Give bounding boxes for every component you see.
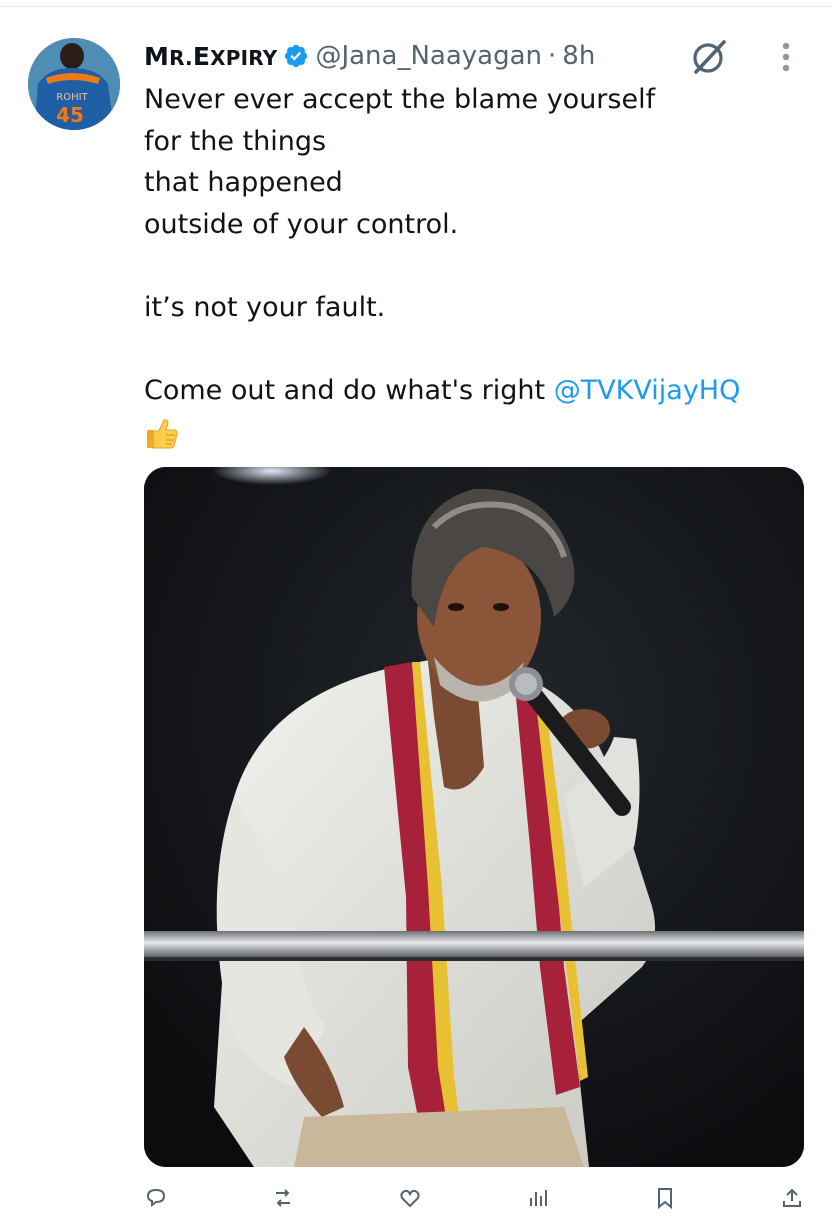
more-vertical-icon[interactable] bbox=[772, 40, 800, 74]
verified-badge-icon bbox=[285, 44, 308, 68]
views-icon[interactable] bbox=[526, 1186, 550, 1210]
mention-link[interactable]: @TVKVijayHQ bbox=[554, 375, 741, 406]
display-name-part: XPIRY bbox=[210, 45, 278, 70]
bookmark-icon[interactable] bbox=[653, 1186, 677, 1210]
reply-icon[interactable] bbox=[144, 1186, 168, 1210]
grok-icon[interactable] bbox=[688, 36, 730, 78]
header-separator: · bbox=[548, 41, 557, 71]
repost-icon[interactable] bbox=[271, 1186, 295, 1210]
display-name-part: M bbox=[144, 41, 170, 71]
handle[interactable]: @Jana_Naayagan bbox=[315, 41, 542, 71]
top-divider bbox=[0, 6, 832, 7]
like-icon[interactable] bbox=[398, 1186, 422, 1210]
tweet-header: MR.EXPIRY @Jana_Naayagan · 8h bbox=[144, 36, 595, 76]
tweet-text-line: for the things bbox=[144, 125, 327, 157]
tweet-text-line-with-mention: Come out and do what's right @TVKVijayHQ bbox=[144, 370, 804, 412]
avatar-jersey-name: ROHIT bbox=[56, 92, 88, 103]
tweet-text: Never ever accept the blame yourself for… bbox=[144, 79, 804, 453]
timestamp[interactable]: 8h bbox=[562, 41, 595, 71]
display-name[interactable]: MR.EXPIRY bbox=[144, 42, 277, 71]
emoji-line bbox=[144, 412, 804, 454]
tweet-text-line: that happened bbox=[144, 167, 343, 199]
display-name-part: R. bbox=[169, 45, 193, 70]
tweet-text-line: Never ever accept the blame yourself bbox=[144, 84, 656, 115]
tweet-text-line: Come out and do what's right bbox=[144, 375, 554, 407]
display-name-part: E bbox=[192, 41, 211, 71]
share-icon[interactable] bbox=[780, 1186, 804, 1210]
tweet-media-image[interactable] bbox=[144, 467, 804, 1167]
tweet-text-line: it’s not your fault. bbox=[144, 291, 386, 323]
thumbs-up-icon bbox=[147, 419, 178, 449]
avatar-jersey-number: 45 bbox=[56, 103, 84, 127]
tweet-text-line: outside of your control. bbox=[144, 208, 459, 240]
tweet-action-bar bbox=[144, 1186, 804, 1216]
avatar[interactable]: ROHIT 45 bbox=[28, 38, 120, 130]
